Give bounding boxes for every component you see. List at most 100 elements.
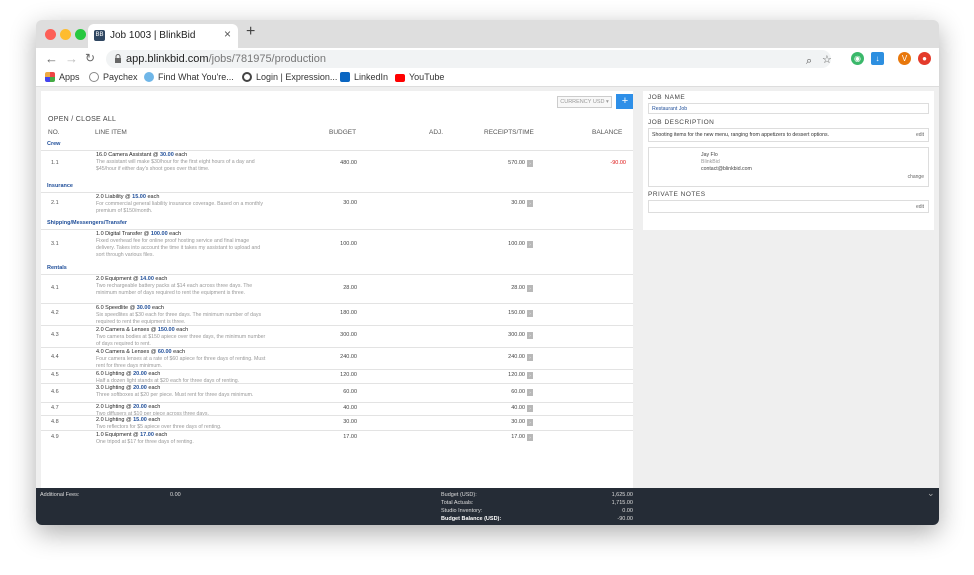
receipt-badge-icon[interactable]: ›	[527, 310, 533, 317]
receipt-badge-icon[interactable]: ›	[527, 372, 533, 379]
receipts-cell[interactable]: 300.00	[481, 332, 525, 338]
table-row[interactable]: 4.5 6.0 Lighting @ 20.00 each Half a dozen…	[41, 369, 633, 384]
category-header[interactable]: Crew	[41, 139, 633, 150]
address-bar[interactable]: app.blinkbid.com/jobs/781975/production …	[106, 50, 832, 68]
edit-description-link[interactable]: edit	[916, 132, 924, 138]
line-item-title: 2.0 Lighting @ 20.00 each	[96, 404, 268, 411]
zoom-icon[interactable]: ⌕	[806, 55, 812, 68]
receipts-cell[interactable]: 120.00	[481, 372, 525, 378]
line-number: 4.3	[51, 332, 59, 338]
extension-stop-icon[interactable]: ●	[918, 52, 931, 65]
bookmark-youtube[interactable]: YouTube	[395, 72, 444, 82]
reload-icon[interactable]: ↻	[85, 51, 95, 65]
profile-avatar[interactable]: V	[898, 52, 911, 65]
private-notes-field[interactable]: edit	[648, 200, 929, 213]
receipts-cell[interactable]: 100.00	[481, 241, 525, 247]
line-item-rate: 15.00	[133, 417, 147, 423]
line-item-unit: each	[171, 349, 186, 355]
budget-cell: 480.00	[340, 160, 357, 166]
page-content: CURRENCY USD ▾ + OPEN / CLOSE ALL NO. LI…	[36, 87, 939, 488]
receipt-badge-icon[interactable]: ›	[527, 332, 533, 339]
table-row[interactable]: 4.8 2.0 Lighting @ 15.00 each Two reflecto…	[41, 415, 633, 430]
close-tab-icon[interactable]: ×	[224, 27, 231, 41]
receipt-badge-icon[interactable]: ›	[527, 285, 533, 292]
line-item-cell: 2.0 Liability @ 15.00 each For commercial…	[96, 194, 268, 215]
receipts-cell[interactable]: 17.00	[481, 434, 525, 440]
line-item-description: Three softboxes at $20 per piece. Must r…	[96, 392, 254, 398]
table-row[interactable]: 2.1 2.0 Liability @ 15.00 each For commerc…	[41, 192, 633, 215]
inventory-label: Studio Inventory:	[441, 508, 483, 514]
line-item-description: For commercial general liability insuran…	[96, 201, 263, 214]
minimize-window-button[interactable]	[60, 29, 71, 40]
close-window-button[interactable]	[45, 29, 56, 40]
table-row[interactable]: 4.6 3.0 Lighting @ 20.00 each Three softbo…	[41, 383, 633, 402]
table-row[interactable]: 4.1 2.0 Equipment @ 14.00 each Two recharg…	[41, 274, 633, 303]
bookmark-paychex[interactable]: Paychex	[89, 72, 138, 82]
receipt-badge-icon[interactable]: ›	[527, 241, 533, 248]
table-row[interactable]: 4.2 6.0 Speedlite @ 30.00 each Six speedli…	[41, 303, 633, 325]
bookmark-login[interactable]: Login | Expression...	[242, 72, 337, 82]
forward-icon[interactable]: →	[65, 51, 78, 66]
line-item-title: 2.0 Lighting @ 15.00 each	[96, 417, 268, 424]
line-item-title: 2.0 Equipment @ 14.00 each	[96, 276, 268, 283]
receipt-badge-icon[interactable]: ›	[527, 354, 533, 361]
receipts-cell[interactable]: 28.00	[481, 285, 525, 291]
currency-select[interactable]: CURRENCY USD ▾	[557, 96, 612, 108]
line-item-rate: 14.00	[140, 276, 154, 282]
receipt-badge-icon[interactable]: ›	[527, 160, 533, 167]
contact-card: Jay Flo BlinkBid contact@blinkbid.com ch…	[648, 147, 929, 187]
line-number: 4.1	[51, 285, 59, 291]
line-items: Crew 1.1 16.0 Camera Assistant @ 30.00 eac…	[41, 139, 633, 445]
bookmark-star-icon[interactable]: ☆	[822, 53, 832, 66]
edit-notes-link[interactable]: edit	[916, 204, 924, 210]
globe-icon	[242, 72, 252, 82]
category-header[interactable]: Rentals	[41, 263, 633, 274]
bookmark-apps[interactable]: Apps	[45, 72, 80, 82]
category-header[interactable]: Shipping/Messengers/Transfer	[41, 218, 633, 229]
receipts-cell[interactable]: 570.00	[481, 160, 525, 166]
bookmark-find-what[interactable]: Find What You're...	[144, 72, 234, 82]
bookmark-linkedin[interactable]: LinkedIn	[340, 72, 388, 82]
table-row[interactable]: 4.4 4.0 Camera & Lenses @ 60.00 each Four …	[41, 347, 633, 369]
table-row[interactable]: 1.1 16.0 Camera Assistant @ 30.00 each The…	[41, 150, 633, 178]
maximize-window-button[interactable]	[75, 29, 86, 40]
change-contact-link[interactable]: change	[908, 174, 924, 180]
line-item-description: Four camera lenses at a rate of $60 apie…	[96, 356, 266, 369]
line-item-rate: 15.00	[132, 194, 146, 200]
receipts-cell[interactable]: 40.00	[481, 405, 525, 411]
receipts-cell[interactable]: 150.00	[481, 310, 525, 316]
receipts-cell[interactable]: 30.00	[481, 200, 525, 206]
receipt-badge-icon[interactable]: ›	[527, 405, 533, 412]
receipts-cell[interactable]: 30.00	[481, 419, 525, 425]
receipts-cell[interactable]: 240.00	[481, 354, 525, 360]
receipts-cell[interactable]: 60.00	[481, 389, 525, 395]
table-row[interactable]: 4.7 2.0 Lighting @ 20.00 each Two diffuser…	[41, 402, 633, 417]
job-description-label: JOB DESCRIPTION	[648, 119, 715, 126]
line-item-rate: 30.00	[136, 305, 151, 311]
receipt-badge-icon[interactable]: ›	[527, 434, 533, 441]
category-header[interactable]: Insurance	[41, 181, 633, 192]
receipt-badge-icon[interactable]: ›	[527, 419, 533, 426]
job-name-input[interactable]: Restaurant Job	[648, 103, 929, 114]
apps-grid-icon	[45, 72, 55, 82]
blinkbid-icon: BB	[94, 30, 105, 41]
table-row[interactable]: 4.3 2.0 Camera & Lenses @ 150.00 each Two …	[41, 325, 633, 347]
extension-download-icon[interactable]: ↓	[871, 52, 884, 65]
receipt-badge-icon[interactable]: ›	[527, 200, 533, 207]
extension-shield-icon[interactable]: ◉	[851, 52, 864, 65]
new-tab-button[interactable]: +	[246, 23, 255, 41]
line-item-qty: 4.0 Camera & Lenses @	[96, 349, 158, 355]
back-icon[interactable]: ←	[45, 51, 58, 66]
table-row[interactable]: 4.9 1.0 Equipment @ 17.00 each One tripod …	[41, 430, 633, 445]
open-close-all-button[interactable]: OPEN / CLOSE ALL	[48, 116, 116, 123]
line-item-unit: each	[150, 305, 164, 311]
actuals-value: 1,715.00	[611, 500, 633, 506]
line-item-cell: 3.0 Lighting @ 20.00 each Three softboxes…	[96, 385, 268, 399]
job-description-field[interactable]: Shooting items for the new menu, ranging…	[648, 128, 929, 142]
add-line-button[interactable]: +	[616, 94, 633, 109]
tab-job[interactable]: BB Job 1003 | BlinkBid ×	[88, 24, 238, 48]
globe-icon	[89, 72, 99, 82]
table-row[interactable]: 3.1 1.0 Digital Transfer @ 100.00 each Fix…	[41, 229, 633, 260]
collapse-footer-icon[interactable]: ⌄	[927, 488, 935, 499]
receipt-badge-icon[interactable]: ›	[527, 389, 533, 396]
